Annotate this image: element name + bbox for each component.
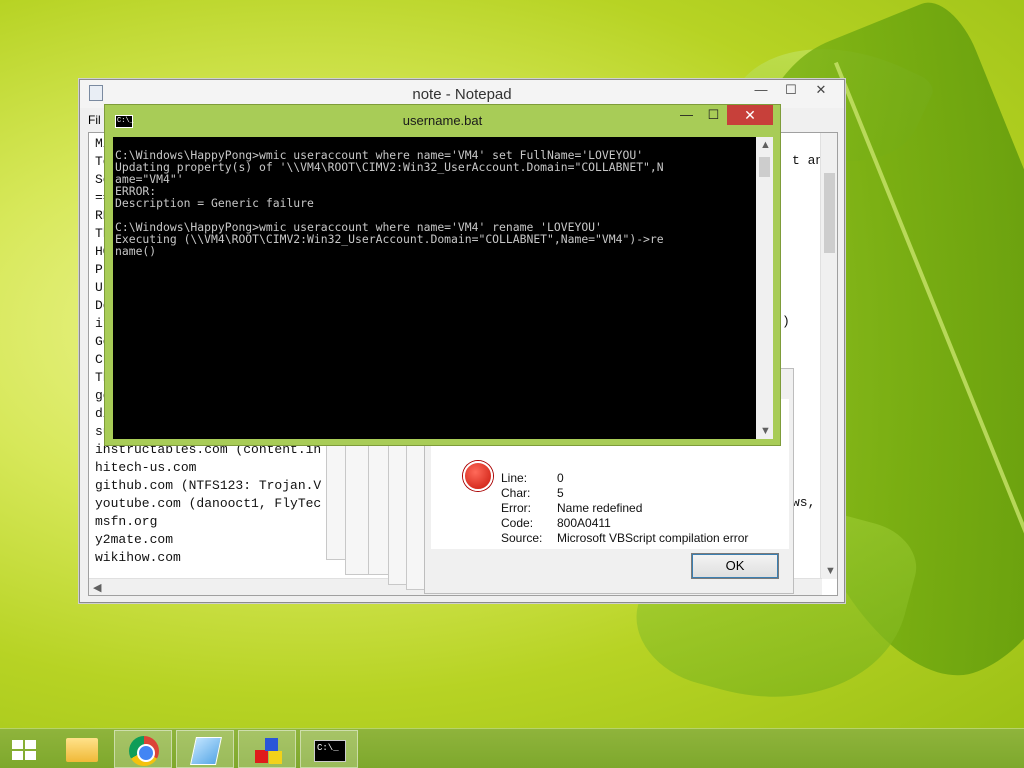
notepad-menubar: Fil	[88, 110, 101, 130]
notepad-text-fragment: ws,	[792, 495, 816, 510]
error-detail-key: Code:	[501, 516, 534, 530]
notepad-line: youtube.com (danooct1, FlyTec	[95, 496, 322, 511]
scroll-up-arrow-icon[interactable]: ▲	[760, 139, 771, 151]
scroll-left-arrow-icon[interactable]: ◀	[93, 581, 101, 594]
close-button[interactable]: ✕	[806, 80, 836, 100]
minimize-button[interactable]: —	[673, 105, 700, 125]
notepad-line: github.com (NTFS123: Trojan.V	[95, 478, 322, 493]
start-button[interactable]	[0, 730, 58, 768]
taskbar-notepad[interactable]	[176, 730, 234, 768]
taskbar: C:\_	[0, 728, 1024, 768]
error-details: Line: 0 Char: 5 Error: Name redefined Code: 800…	[501, 471, 748, 546]
console-line: ame="VM4"'	[115, 172, 184, 186]
error-detail-row: Code: 800A0411	[501, 516, 748, 531]
error-detail-value: Name redefined	[557, 501, 643, 515]
scroll-down-arrow-icon[interactable]: ▼	[825, 565, 836, 577]
console-output[interactable]: C:\Windows\HappyPong>wmic useraccount wh…	[113, 137, 773, 439]
taskbar-cmd[interactable]: C:\_	[300, 730, 358, 768]
error-detail-key: Char:	[501, 486, 531, 500]
notepad-title: note - Notepad	[412, 86, 512, 103]
taskbar-chrome[interactable]	[114, 730, 172, 768]
menu-file[interactable]: Fil	[88, 113, 101, 127]
error-detail-row: Line: 0	[501, 471, 748, 486]
error-detail-row: Source: Microsoft VBScript compilation er…	[501, 531, 748, 546]
notepad-line: wikihow.com	[95, 550, 181, 565]
notepad-icon	[190, 737, 222, 765]
maximize-button[interactable]: ☐	[776, 80, 806, 100]
taskbar-file-explorer[interactable]	[52, 730, 110, 768]
notepad-line: y2mate.com	[95, 532, 174, 547]
error-detail-value: 5	[557, 486, 564, 500]
notepad-line: msfn.org	[95, 514, 158, 529]
console-line: Executing (\\VM4\ROOT\CIMV2:Win32_UserAc…	[115, 232, 664, 246]
ok-button[interactable]: OK	[691, 553, 779, 579]
error-detail-row: Char: 5	[501, 486, 748, 501]
console-scrollbar[interactable]: ▲ ▼	[756, 137, 773, 439]
cmd-window[interactable]: C:\_ username.bat — ☐ ✕ C:\Windows\Happy…	[104, 104, 781, 446]
notepad-vertical-scrollbar[interactable]: ▼	[820, 133, 837, 579]
error-detail-key: Error:	[501, 501, 531, 515]
error-detail-value: 0	[557, 471, 564, 485]
folder-icon	[66, 738, 98, 762]
notepad-text-fragment: )	[782, 314, 790, 329]
cmd-icon: C:\_	[314, 740, 346, 762]
maximize-button[interactable]: ☐	[700, 105, 727, 125]
desktop: note - Notepad — ☐ ✕ Fil Mi To Se == RE Th HO P…	[0, 0, 1024, 728]
minimize-button[interactable]: —	[746, 80, 776, 100]
console-text: C:\Windows\HappyPong>wmic useraccount wh…	[115, 149, 664, 257]
scroll-down-arrow-icon[interactable]: ▼	[760, 425, 771, 437]
scrollbar-thumb[interactable]	[759, 157, 770, 177]
windows-logo-icon	[12, 740, 38, 762]
close-button[interactable]: ✕	[727, 105, 773, 125]
error-icon	[463, 461, 493, 491]
error-detail-value: Microsoft VBScript compilation error	[557, 531, 749, 545]
error-detail-row: Error: Name redefined	[501, 501, 748, 516]
taskbar-script-host[interactable]	[238, 730, 296, 768]
error-detail-value: 800A0411	[557, 516, 611, 530]
notepad-line: hitech-us.com	[95, 460, 197, 475]
console-line: Updating property(s) of '\\VM4\ROOT\CIMV…	[115, 160, 664, 174]
chrome-icon	[129, 736, 159, 766]
console-line: name()	[115, 244, 157, 258]
console-line: Description = Generic failure	[115, 196, 314, 210]
error-detail-key: Source:	[501, 531, 543, 545]
cmd-titlebar[interactable]: C:\_ username.bat — ☐ ✕	[105, 105, 780, 135]
cubes-icon	[253, 736, 283, 766]
scrollbar-thumb[interactable]	[824, 173, 835, 253]
error-detail-key: Line:	[501, 471, 528, 485]
